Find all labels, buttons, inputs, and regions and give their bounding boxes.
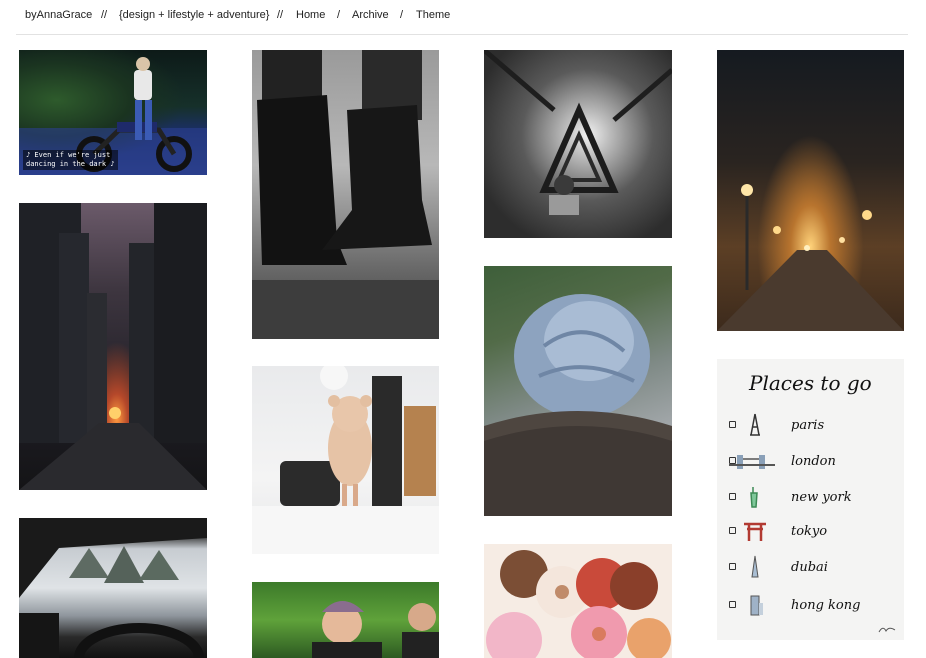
japanese-gate-icon [741,519,769,543]
nav-link-archive[interactable]: Archive [352,9,389,21]
place-name: tokyo [791,524,828,539]
tower-bridge-icon [729,449,775,473]
nav-separator: // [277,9,284,21]
friends-illustration [312,601,439,658]
caption-line: dancing in the dark ♪ [26,160,115,168]
blog-name-link[interactable]: byAnnaGrace [25,9,92,21]
place-name: paris [791,418,825,433]
photo-tile-city-sunset[interactable] [19,203,207,490]
photo-tile-motorcycle[interactable]: ♪ Even if we're just dancing in the dark… [19,50,207,175]
photo-tile-stairs[interactable] [484,50,672,238]
street-lights-illustration [717,184,904,331]
places-to-go-card[interactable]: Places to go paris london new york tokyo [717,359,904,640]
checkbox-icon [729,601,736,608]
place-name: dubai [791,560,828,575]
place-item: new york [717,483,904,513]
place-name: new york [791,490,852,505]
checkbox-icon [729,563,736,570]
donuts-illustration [486,550,671,658]
nav-link-theme[interactable]: Theme [416,9,450,21]
checkbox-icon [729,421,736,428]
teddy-bear-illustration [252,366,439,554]
photo-tile-boots[interactable] [252,50,439,339]
place-item: paris [717,411,904,441]
signature-mark [878,624,896,636]
photo-tile-teddy-bear[interactable] [252,366,439,554]
boots-illustration [252,50,439,339]
photo-tile-blue-hair[interactable] [484,266,672,516]
place-item: tokyo [717,517,904,547]
photo-tile-street-lights[interactable] [717,50,904,331]
checkbox-icon [729,493,736,500]
place-name: hong kong [791,598,861,613]
top-navigation: byAnnaGrace // {design + lifestyle + adv… [0,0,926,34]
skyscraper-icon [741,593,769,617]
photo-tile-donuts[interactable] [484,544,672,658]
photo-tile-car-snow[interactable] [19,518,207,658]
places-title: Places to go [749,371,872,395]
city-buildings-illustration [19,203,207,490]
burj-tower-icon [741,555,769,579]
caption-line: ♪ Even if we're just [26,151,111,159]
place-name: london [791,454,836,469]
eiffel-tower-icon [741,413,769,437]
header-divider [16,34,908,35]
nav-separator: / [337,9,341,21]
nav-separator: / [400,9,404,21]
car-window-illustration [19,518,207,658]
motorcycle-caption: ♪ Even if we're just dancing in the dark… [23,150,118,170]
checkbox-icon [729,527,736,534]
photo-tile-friends[interactable] [252,582,439,658]
place-item: hong kong [717,591,904,621]
nav-link-home[interactable]: Home [296,9,325,21]
blue-hair-illustration [484,294,672,516]
place-item: dubai [717,553,904,583]
place-item: london [717,447,904,477]
nav-separator: // [101,9,108,21]
stairs-illustration [484,50,672,215]
blog-tagline: {design + lifestyle + adventure} [119,9,270,21]
statue-of-liberty-icon [741,485,769,509]
